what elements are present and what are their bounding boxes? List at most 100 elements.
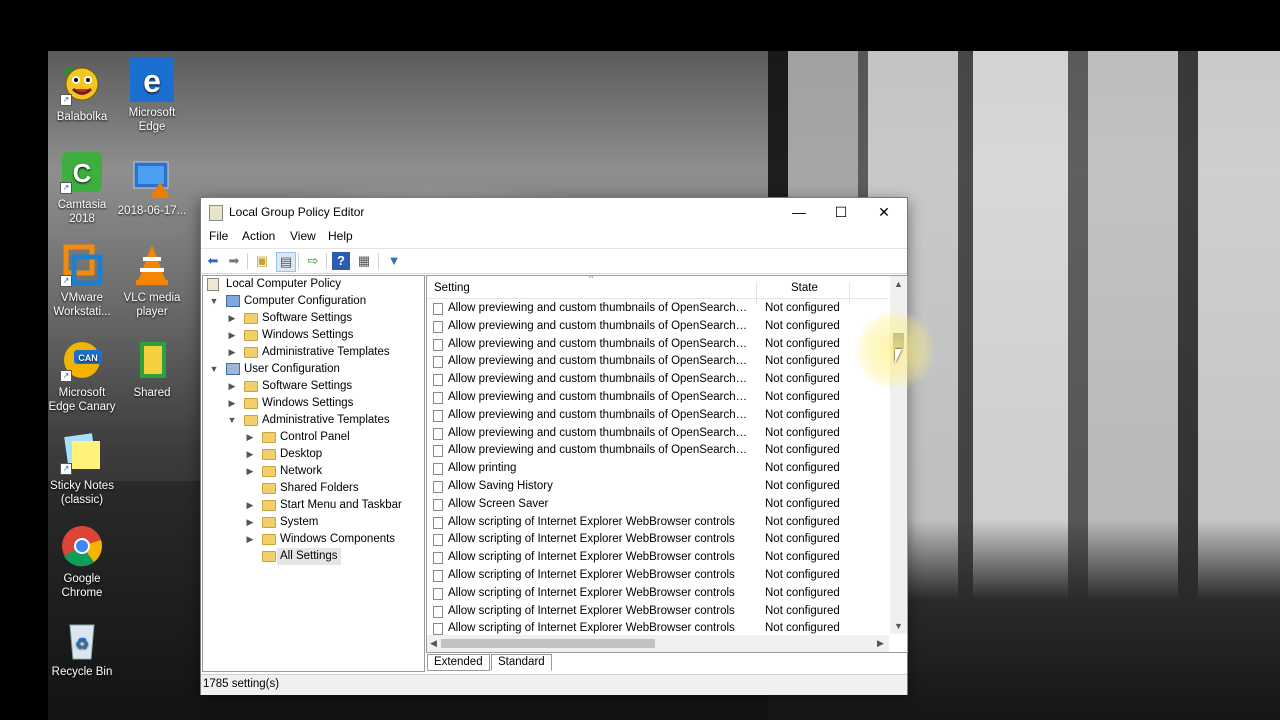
tree-item-label: Shared Folders xyxy=(280,482,359,494)
filter-icon[interactable]: ▼ xyxy=(385,252,403,270)
list-header: Setting ^ State xyxy=(427,276,889,304)
scroll-right-arrow-icon[interactable]: ▶ xyxy=(877,638,884,649)
menu-file[interactable]: File xyxy=(209,229,228,243)
expand-chevron-icon[interactable]: ▶ xyxy=(245,446,255,463)
table-row[interactable]: Allow previewing and custom thumbnails o… xyxy=(427,300,889,318)
tab-extended[interactable]: Extended xyxy=(427,654,490,671)
setting-name: Allow scripting of Internet Explorer Web… xyxy=(448,515,735,528)
scroll-up-arrow-icon[interactable]: ▲ xyxy=(894,279,903,289)
up-folder-icon[interactable]: ▣ xyxy=(253,252,271,270)
expand-chevron-icon[interactable]: ▶ xyxy=(245,531,255,548)
table-row[interactable]: Allow previewing and custom thumbnails o… xyxy=(427,442,889,460)
tree-item-label: Desktop xyxy=(280,448,323,460)
collapse-chevron-icon[interactable]: ▼ xyxy=(209,361,219,378)
table-row[interactable]: Allow previewing and custom thumbnails o… xyxy=(427,336,889,354)
desktop-icon-shared[interactable]: Shared xyxy=(114,338,190,400)
collapse-chevron-icon[interactable]: ▼ xyxy=(227,412,237,429)
expand-chevron-icon[interactable]: ▶ xyxy=(245,497,255,514)
scroll-down-arrow-icon[interactable]: ▼ xyxy=(894,621,903,631)
table-row[interactable]: Allow Saving History Not configured xyxy=(427,478,889,496)
chrome-icon xyxy=(60,524,104,568)
desktop-icon-video-file[interactable]: 2018-06-17... xyxy=(114,156,190,218)
icon-label: Camtasia 2018 xyxy=(57,199,107,225)
expand-chevron-icon[interactable]: ▶ xyxy=(245,463,255,480)
toolbar-separator xyxy=(326,253,327,269)
expand-chevron-icon[interactable]: ▶ xyxy=(227,344,237,361)
toolbar-separator xyxy=(378,253,379,269)
table-row[interactable]: Allow scripting of Internet Explorer Web… xyxy=(427,603,889,621)
camtasia-icon: C ↗ xyxy=(60,150,104,194)
forward-arrow-icon[interactable]: ➡ xyxy=(225,252,243,270)
desktop-icon-edge[interactable]: e Microsoft Edge xyxy=(114,58,190,134)
scroll-left-arrow-icon[interactable]: ◀ xyxy=(430,638,437,649)
expand-chevron-icon[interactable]: ▶ xyxy=(227,327,237,344)
folder-icon xyxy=(262,500,276,511)
column-header-state[interactable]: State xyxy=(791,282,818,294)
menu-help[interactable]: Help xyxy=(328,229,353,243)
table-row[interactable]: Allow previewing and custom thumbnails o… xyxy=(427,407,889,425)
setting-name: Allow previewing and custom thumbnails o… xyxy=(448,426,750,439)
setting-state: Not configured xyxy=(765,497,840,510)
desktop-icon-balabolka[interactable]: ↗ Balabolka xyxy=(44,62,120,124)
setting-name: Allow previewing and custom thumbnails o… xyxy=(448,319,750,332)
expand-chevron-icon[interactable]: ▶ xyxy=(245,514,255,531)
horizontal-scroll-thumb[interactable] xyxy=(441,639,655,648)
desktop-icon-vmware[interactable]: ↗ VMware Workstati... xyxy=(44,243,120,319)
folder-icon xyxy=(262,517,276,528)
setting-state: Not configured xyxy=(765,551,840,564)
expand-chevron-icon[interactable]: ▶ xyxy=(227,310,237,327)
desktop-icon-sticky-notes[interactable]: ↗ Sticky Notes (classic) xyxy=(44,431,120,507)
folder-icon xyxy=(262,449,276,460)
expand-chevron-icon[interactable]: ▶ xyxy=(227,378,237,395)
shortcut-arrow-icon: ↗ xyxy=(60,182,72,194)
back-arrow-icon[interactable]: ⬅ xyxy=(204,252,222,270)
table-row[interactable]: Allow scripting of Internet Explorer Web… xyxy=(427,531,889,549)
properties-icon[interactable]: ▦ xyxy=(355,252,373,270)
desktop-icon-camtasia[interactable]: C ↗ Camtasia 2018 xyxy=(44,150,120,226)
help-icon[interactable]: ? xyxy=(332,252,350,270)
policy-setting-icon xyxy=(433,481,443,493)
collapse-chevron-icon[interactable]: ▼ xyxy=(209,293,219,310)
table-row[interactable]: Allow previewing and custom thumbnails o… xyxy=(427,389,889,407)
title-bar[interactable]: Local Group Policy Editor — ☐ ✕ xyxy=(201,198,907,226)
svg-text:e: e xyxy=(143,63,161,99)
table-row[interactable]: Allow scripting of Internet Explorer Web… xyxy=(427,549,889,567)
horizontal-scrollbar[interactable]: ◀ ▶ xyxy=(427,635,889,652)
tree-item-label: Software Settings xyxy=(262,312,353,324)
show-hide-tree-icon[interactable]: ▤ xyxy=(276,252,296,272)
table-row[interactable]: Allow printing Not configured xyxy=(427,460,889,478)
tree-item-label: Windows Components xyxy=(280,533,396,545)
desktop-icon-recycle-bin[interactable]: ♻ Recycle Bin xyxy=(44,617,120,679)
setting-state: Not configured xyxy=(765,444,840,457)
policy-setting-icon xyxy=(433,409,443,422)
table-row[interactable]: Allow scripting of Internet Explorer Web… xyxy=(427,585,889,603)
column-header-setting[interactable]: Setting xyxy=(434,282,470,294)
menu-action[interactable]: Action xyxy=(242,229,275,243)
desktop-icon-edge-canary[interactable]: CAN ↗ Microsoft Edge Canary xyxy=(44,338,120,414)
table-row[interactable]: Allow previewing and custom thumbnails o… xyxy=(427,371,889,389)
table-row[interactable]: Allow previewing and custom thumbnails o… xyxy=(427,425,889,443)
export-list-icon[interactable]: ⇨ xyxy=(304,252,322,270)
tree-item-label: Computer Configuration xyxy=(244,295,367,307)
table-row[interactable]: Allow scripting of Internet Explorer Web… xyxy=(427,514,889,532)
setting-name: Allow scripting of Internet Explorer Web… xyxy=(448,586,735,599)
desktop-icon-vlc[interactable]: VLC media player xyxy=(114,243,190,319)
setting-name: Allow printing xyxy=(448,462,517,475)
close-button[interactable]: ✕ xyxy=(862,198,906,226)
folder-icon xyxy=(130,338,174,382)
table-row[interactable]: Allow Screen Saver Not configured xyxy=(427,496,889,514)
menu-view[interactable]: View xyxy=(290,229,316,243)
setting-state: Not configured xyxy=(765,319,840,332)
table-row[interactable]: Allow previewing and custom thumbnails o… xyxy=(427,318,889,336)
table-row[interactable]: Allow scripting of Internet Explorer Web… xyxy=(427,567,889,585)
policy-setting-icon xyxy=(433,445,443,458)
expand-chevron-icon[interactable]: ▶ xyxy=(227,395,237,412)
svg-text:♻: ♻ xyxy=(75,634,89,653)
minimize-button[interactable]: — xyxy=(777,198,821,226)
policy-setting-icon xyxy=(433,303,443,315)
expand-chevron-icon[interactable]: ▶ xyxy=(245,429,255,446)
desktop-icon-chrome[interactable]: Google Chrome xyxy=(44,524,120,600)
tab-standard[interactable]: Standard xyxy=(491,654,552,671)
maximize-button[interactable]: ☐ xyxy=(819,198,863,226)
table-row[interactable]: Allow previewing and custom thumbnails o… xyxy=(427,353,889,371)
